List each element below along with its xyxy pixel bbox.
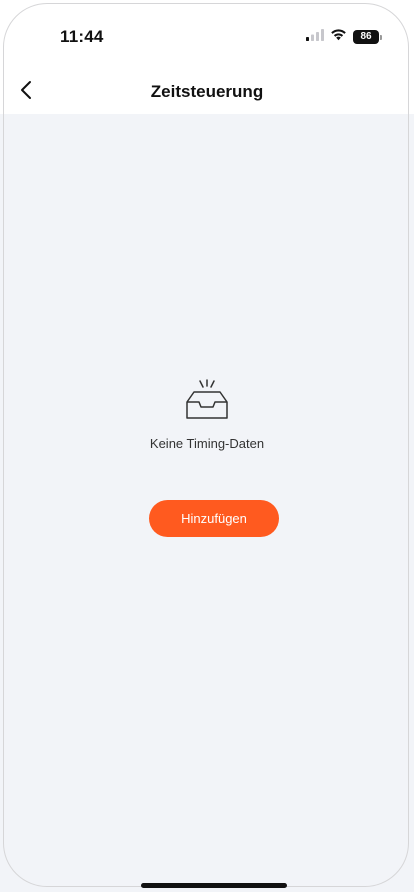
page-title: Zeitsteuerung	[150, 82, 264, 101]
home-indicator[interactable]	[141, 883, 287, 888]
add-button[interactable]: Hinzufügen	[149, 500, 279, 537]
wifi-icon	[330, 28, 347, 46]
nav-bar: Zeitsteuerung	[0, 70, 414, 114]
battery-tip	[380, 34, 382, 40]
empty-inbox-icon	[181, 378, 233, 429]
main-content: Keine Timing-Daten Hinzufügen	[0, 114, 414, 892]
empty-state-message: Keine Timing-Daten	[149, 436, 265, 451]
battery-icon: 86	[353, 30, 379, 44]
phone-screen: 11:44 86 Zeitsteuerung Keine Timing-Date…	[0, 0, 414, 892]
signal-icon	[306, 28, 324, 46]
empty-state: Keine Timing-Daten	[0, 378, 414, 451]
status-icons: 86	[306, 27, 382, 47]
status-time: 11:44	[60, 27, 104, 46]
status-bar: 11:44 86	[0, 0, 414, 70]
